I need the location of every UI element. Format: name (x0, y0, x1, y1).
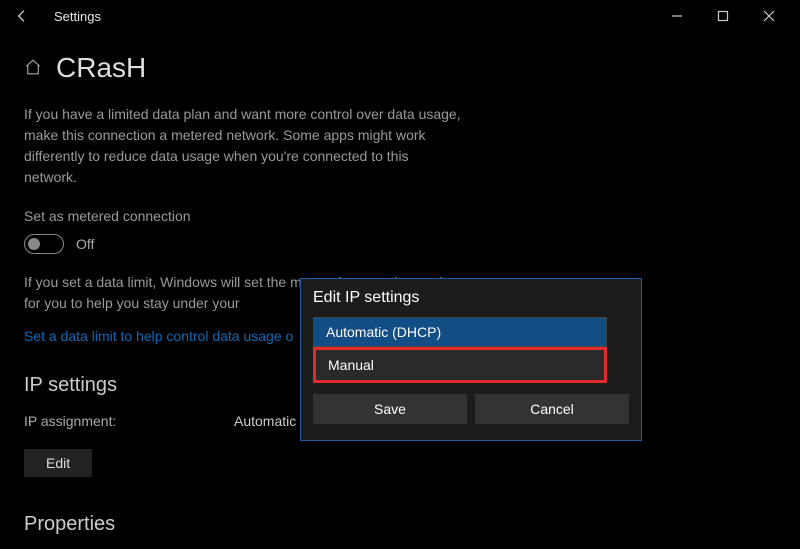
home-icon (24, 58, 42, 79)
page-title: CRasH (56, 52, 146, 84)
properties-heading: Properties (24, 513, 776, 536)
ip-assignment-key: IP assignment: (24, 413, 194, 429)
window-titlebar: Settings (0, 0, 800, 32)
back-button[interactable] (8, 2, 36, 30)
option-automatic-dhcp[interactable]: Automatic (DHCP) (313, 317, 607, 347)
cancel-button[interactable]: Cancel (475, 394, 629, 424)
window-controls (654, 0, 792, 32)
maximize-button[interactable] (700, 0, 746, 32)
edit-ip-button[interactable]: Edit (24, 449, 92, 477)
window-title: Settings (54, 9, 101, 24)
metered-toggle-row: Off (24, 234, 776, 254)
edit-ip-settings-dialog: Edit IP settings Automatic (DHCP) Manual… (300, 278, 642, 441)
metered-toggle[interactable] (24, 234, 64, 254)
save-button[interactable]: Save (313, 394, 467, 424)
minimize-button[interactable] (654, 0, 700, 32)
toggle-state-label: Off (76, 236, 94, 252)
metered-description: If you have a limited data plan and want… (24, 104, 464, 188)
metered-toggle-label: Set as metered connection (24, 208, 776, 224)
option-manual[interactable]: Manual (316, 350, 604, 380)
dialog-title: Edit IP settings (313, 289, 629, 307)
page-header: CRasH (24, 52, 776, 84)
dialog-buttons: Save Cancel (313, 394, 629, 434)
close-button[interactable] (746, 0, 792, 32)
